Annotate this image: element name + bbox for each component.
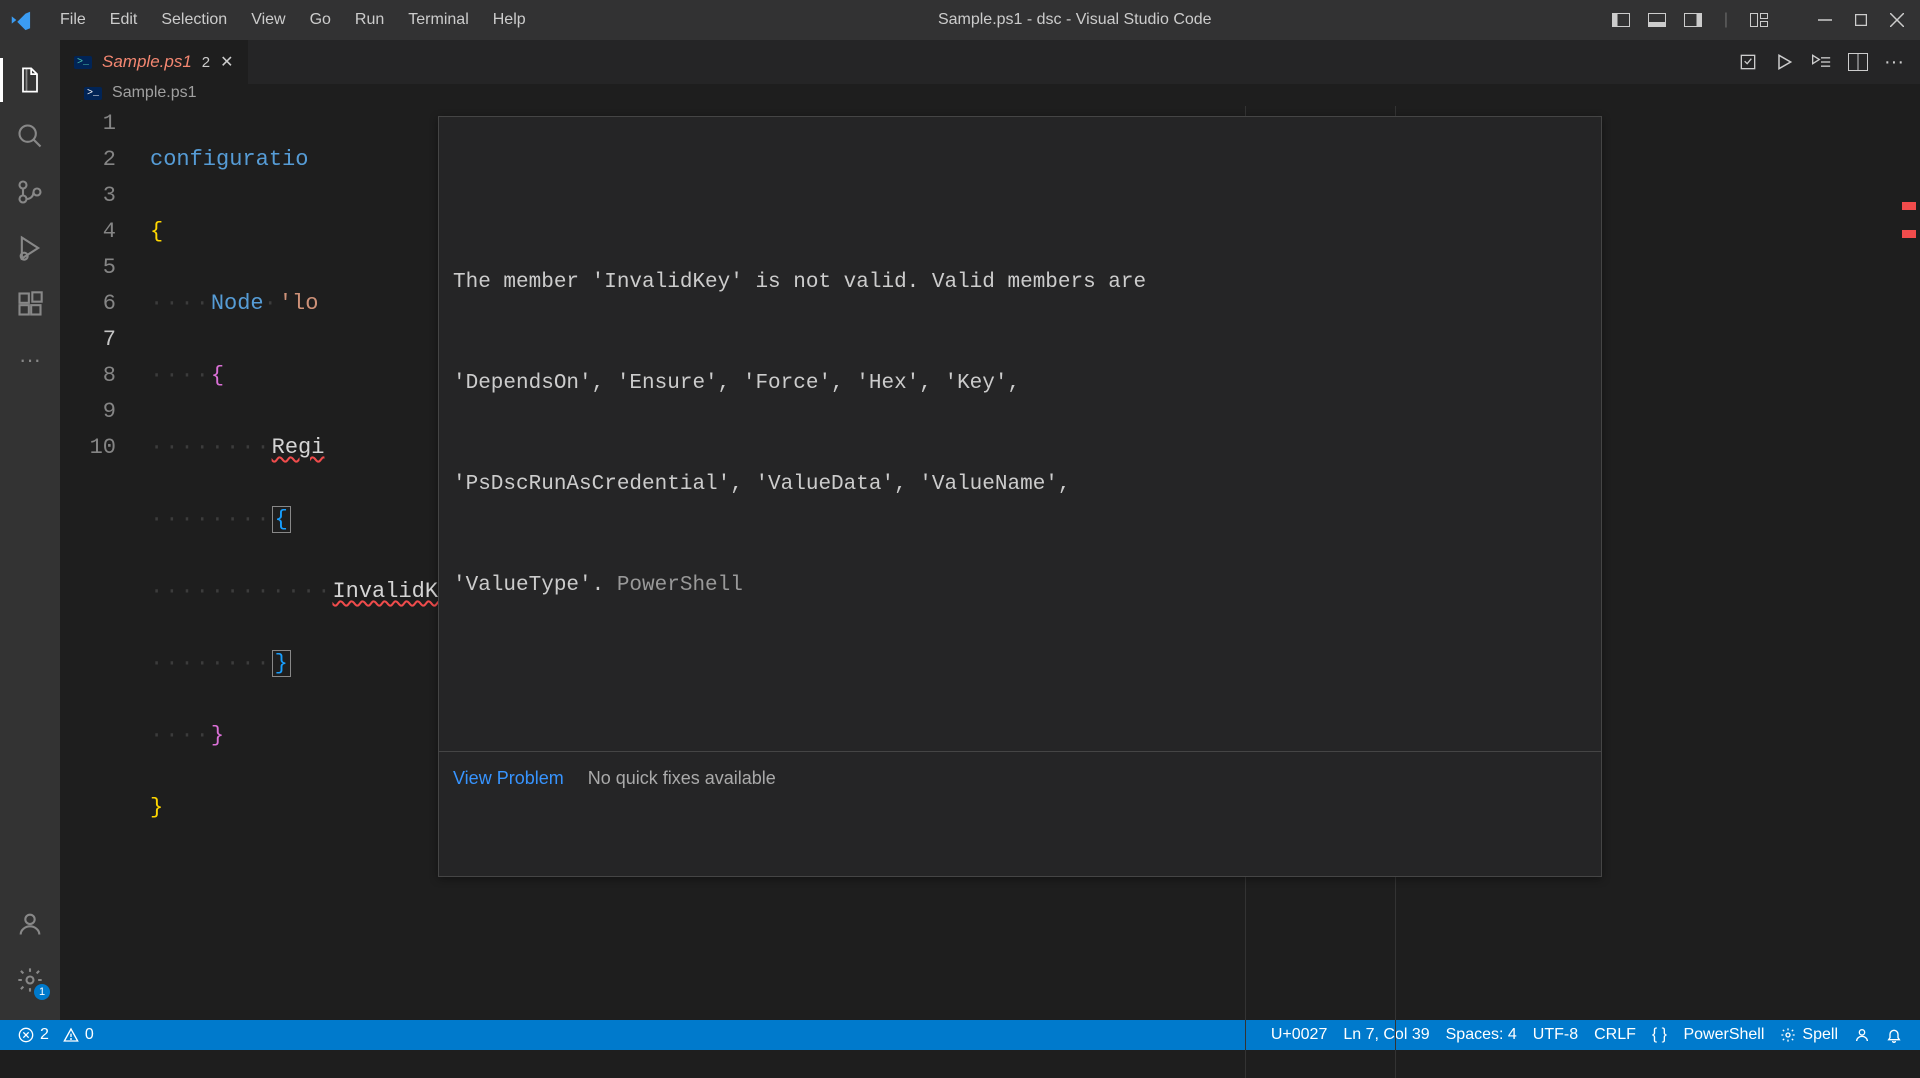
- view-problem-link[interactable]: View Problem: [453, 760, 564, 796]
- menu-bar: File Edit Selection View Go Run Terminal…: [48, 5, 538, 35]
- activity-extensions[interactable]: [12, 286, 48, 322]
- activity-bar: ··· 1: [0, 40, 60, 1020]
- main-area: ··· 1 >_ Sample.ps1 2 ✕ ···: [0, 40, 1920, 1020]
- editor-body[interactable]: 1 2 3 4 5 6 7 8 9 10 configuratio { ····…: [60, 106, 1920, 1078]
- activity-settings[interactable]: 1: [12, 962, 48, 998]
- run-selection-icon[interactable]: [1810, 52, 1832, 72]
- activity-explorer[interactable]: [12, 62, 48, 98]
- powershell-file-icon: >_: [74, 56, 92, 69]
- menu-selection[interactable]: Selection: [149, 5, 239, 35]
- menu-edit[interactable]: Edit: [98, 5, 150, 35]
- tab-sample-ps1[interactable]: >_ Sample.ps1 2 ✕: [60, 40, 249, 84]
- brace: {: [211, 363, 224, 388]
- minimize-icon[interactable]: [1816, 11, 1834, 29]
- hover-widget: The member 'InvalidKey' is not valid. Va…: [438, 116, 1602, 877]
- code-content[interactable]: configuratio { ····Node·'lo ····{ ······…: [150, 106, 1920, 1078]
- space: ·: [264, 291, 279, 316]
- brace: }: [150, 795, 163, 820]
- keyword-configuration: configuratio: [150, 147, 308, 172]
- string-localhost: 'lo: [279, 291, 319, 316]
- activity-source-control[interactable]: [12, 174, 48, 210]
- activity-more[interactable]: ···: [12, 342, 48, 378]
- powershell-file-icon: >_: [84, 87, 102, 100]
- window-title: Sample.ps1 - dsc - Visual Studio Code: [538, 11, 1612, 29]
- menu-terminal[interactable]: Terminal: [396, 5, 480, 35]
- divider: |: [1724, 11, 1728, 29]
- indent: ············: [150, 579, 332, 604]
- no-quick-fixes-label: No quick fixes available: [588, 760, 776, 796]
- tab-close-icon[interactable]: ✕: [220, 52, 233, 72]
- error-marker[interactable]: [1902, 202, 1916, 210]
- indent: ····: [150, 363, 211, 388]
- error-marker[interactable]: [1902, 230, 1916, 238]
- hover-source: PowerShell: [617, 574, 743, 597]
- tabs-bar: >_ Sample.ps1 2 ✕ ···: [60, 40, 1920, 84]
- menu-view[interactable]: View: [239, 5, 297, 35]
- window-controls: |: [1612, 11, 1912, 29]
- brace: {: [272, 506, 291, 533]
- hover-footer: View Problem No quick fixes available: [439, 751, 1601, 804]
- brace: {: [150, 219, 163, 244]
- title-bar: File Edit Selection View Go Run Terminal…: [0, 0, 1920, 40]
- compare-changes-icon[interactable]: [1738, 52, 1758, 72]
- run-icon[interactable]: [1774, 52, 1794, 72]
- menu-file[interactable]: File: [48, 5, 98, 35]
- menu-go[interactable]: Go: [298, 5, 343, 35]
- hover-message: The member 'InvalidKey' is not valid. Va…: [439, 189, 1601, 679]
- indent: ····: [150, 291, 211, 316]
- brace: }: [272, 650, 291, 677]
- editor-actions: ···: [1738, 51, 1920, 74]
- vscode-logo-icon: [8, 8, 32, 32]
- tab-name: Sample.ps1: [102, 52, 192, 72]
- customize-layout-icon[interactable]: [1750, 11, 1768, 29]
- indent: ····: [150, 723, 211, 748]
- settings-badge: 1: [34, 984, 50, 1000]
- breadcrumb-file: Sample.ps1: [112, 84, 197, 102]
- line-gutter: 1 2 3 4 5 6 7 8 9 10: [60, 106, 150, 1078]
- indent: ········: [150, 507, 272, 532]
- maximize-icon[interactable]: [1852, 11, 1870, 29]
- type-registry: Regi: [272, 435, 325, 460]
- menu-run[interactable]: Run: [343, 5, 396, 35]
- activity-run-debug[interactable]: [12, 230, 48, 266]
- close-icon[interactable]: [1888, 11, 1906, 29]
- indent: ········: [150, 651, 272, 676]
- editor-area: >_ Sample.ps1 2 ✕ ··· >_ Sample.ps1 1 2 …: [60, 40, 1920, 1020]
- split-editor-icon[interactable]: [1848, 53, 1868, 71]
- keyword-node: Node: [211, 291, 264, 316]
- layout-left-icon[interactable]: [1612, 11, 1630, 29]
- breadcrumb[interactable]: >_ Sample.ps1: [60, 84, 1920, 102]
- layout-bottom-icon[interactable]: [1648, 11, 1666, 29]
- indent: ········: [150, 435, 272, 460]
- more-actions-icon[interactable]: ···: [1884, 51, 1904, 74]
- menu-help[interactable]: Help: [481, 5, 538, 35]
- activity-accounts[interactable]: [12, 906, 48, 942]
- overview-ruler[interactable]: [1902, 202, 1916, 238]
- layout-right-icon[interactable]: [1684, 11, 1702, 29]
- activity-search[interactable]: [12, 118, 48, 154]
- brace: }: [211, 723, 224, 748]
- tab-problem-badge: 2: [202, 54, 210, 71]
